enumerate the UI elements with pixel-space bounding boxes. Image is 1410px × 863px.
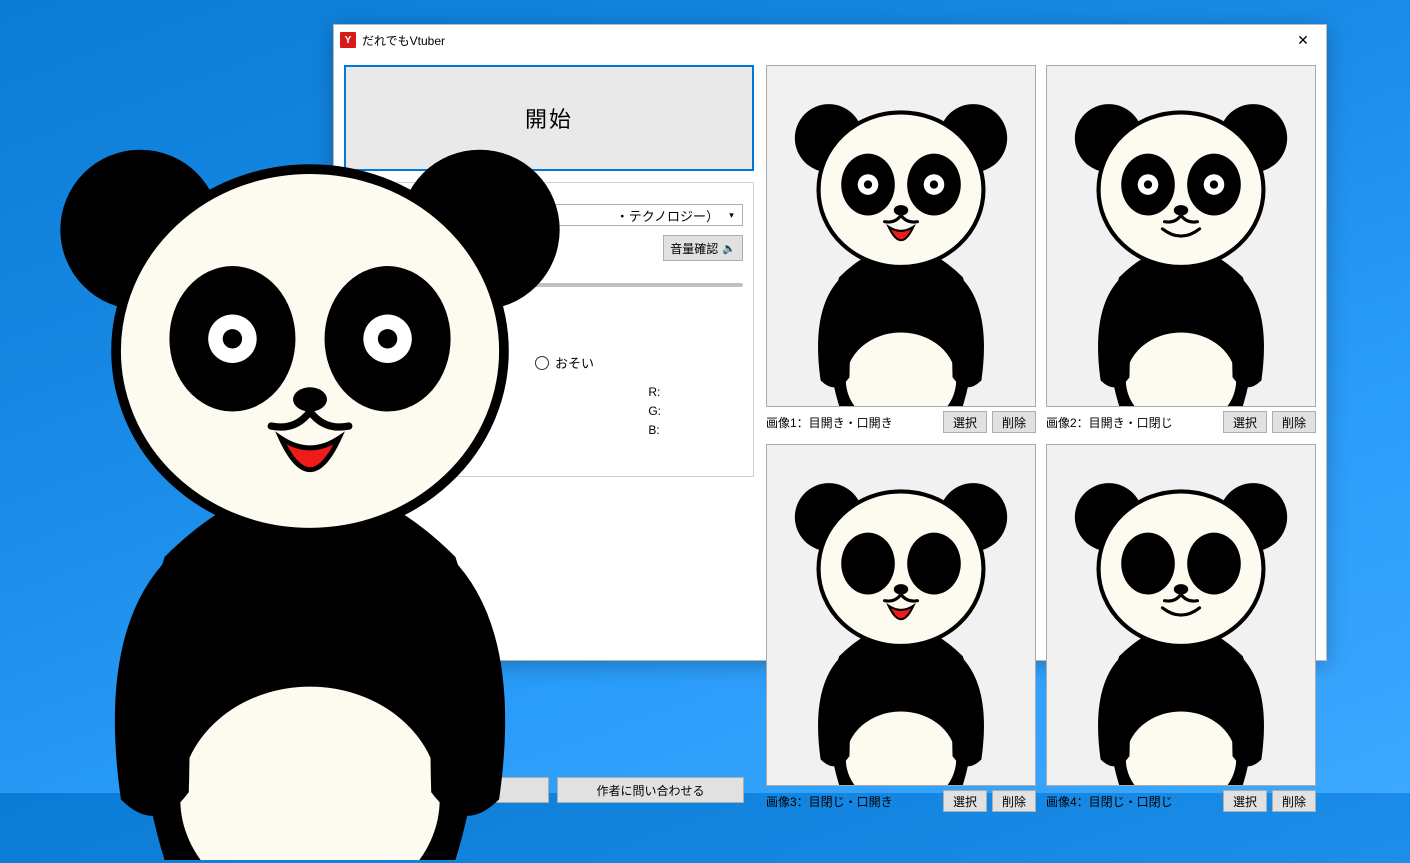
delete-button-2[interactable]: 削除 bbox=[1272, 411, 1316, 433]
app-icon: Y bbox=[340, 32, 356, 48]
caption-1: 画像1：目開き・口開き bbox=[766, 414, 938, 431]
thumb-3 bbox=[766, 444, 1036, 786]
caption-2: 画像2：目開き・口閉じ bbox=[1046, 414, 1218, 431]
b-label: B: bbox=[648, 421, 661, 440]
caption-3: 画像3：目閉じ・口開き bbox=[766, 793, 938, 810]
thumb-2 bbox=[1046, 65, 1316, 407]
thumb-4 bbox=[1046, 444, 1316, 786]
select-button-1[interactable]: 選択 bbox=[943, 411, 987, 433]
delete-button-1[interactable]: 削除 bbox=[992, 411, 1036, 433]
volume-check-label: 音量確認 bbox=[670, 240, 718, 257]
image-slot-4: 画像4：目閉じ・口閉じ 選択 削除 bbox=[1046, 444, 1316, 813]
image-slot-1: 画像1：目開き・口開き 選択 削除 bbox=[766, 65, 1036, 434]
r-label: R: bbox=[648, 383, 661, 402]
close-button[interactable]: ✕ bbox=[1280, 25, 1326, 55]
image-slots: 画像1：目開き・口開き 選択 削除 bbox=[766, 65, 1316, 813]
select-button-2[interactable]: 選択 bbox=[1223, 411, 1267, 433]
volume-check-button[interactable]: 音量確認 🔈 bbox=[663, 235, 743, 261]
caption-4: 画像4：目閉じ・口閉じ bbox=[1046, 793, 1218, 810]
delete-button-4[interactable]: 削除 bbox=[1272, 790, 1316, 812]
thumb-1 bbox=[766, 65, 1036, 407]
image-slot-3: 画像3：目閉じ・口開き 選択 削除 bbox=[766, 444, 1036, 813]
window-title: だれでもVtuber bbox=[362, 32, 445, 49]
select-button-3[interactable]: 選択 bbox=[943, 790, 987, 812]
select-button-4[interactable]: 選択 bbox=[1223, 790, 1267, 812]
delete-button-3[interactable]: 削除 bbox=[992, 790, 1036, 812]
close-icon: ✕ bbox=[1297, 32, 1309, 49]
g-label: G: bbox=[648, 402, 661, 421]
titlebar[interactable]: Y だれでもVtuber ✕ bbox=[334, 25, 1326, 55]
rgb-readout: R: G: B: bbox=[648, 383, 661, 440]
speaker-icon: 🔈 bbox=[722, 242, 736, 255]
image-slot-2: 画像2：目開き・口閉じ 選択 削除 bbox=[1046, 65, 1316, 434]
desktop-avatar bbox=[0, 60, 650, 860]
chevron-down-icon: ▾ bbox=[723, 207, 740, 224]
